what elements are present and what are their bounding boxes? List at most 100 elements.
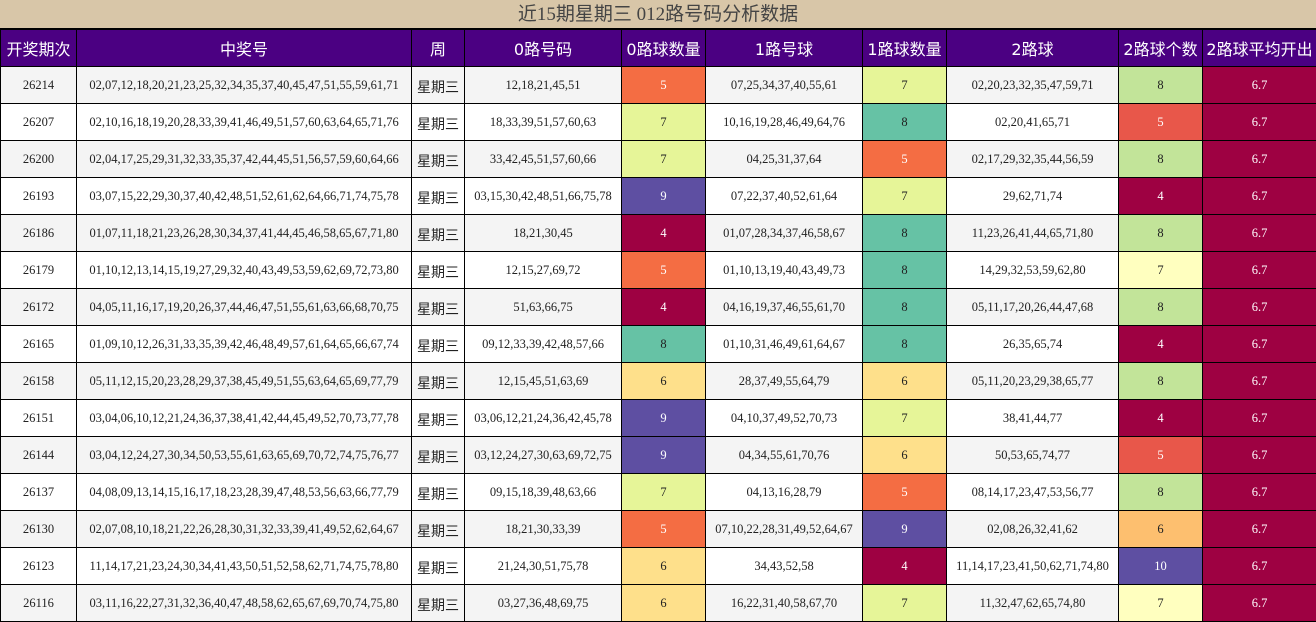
cell-route0-count: 9 <box>622 178 706 215</box>
cell-route2-numbers: 50,53,65,74,77 <box>947 437 1119 474</box>
cell-route1-numbers: 04,13,16,28,79 <box>706 474 863 511</box>
cell-numbers: 02,10,16,18,19,20,28,33,39,41,46,49,51,5… <box>77 104 412 141</box>
cell-route1-count: 5 <box>863 141 947 178</box>
cell-route0-count: 9 <box>622 437 706 474</box>
table-row: 2612311,14,17,21,23,24,30,34,41,43,50,51… <box>1 548 1316 585</box>
cell-route0-numbers: 03,15,30,42,48,51,66,75,78 <box>465 178 622 215</box>
cell-route1-numbers: 07,22,37,40,52,61,64 <box>706 178 863 215</box>
cell-route1-count: 8 <box>863 104 947 141</box>
cell-route1-numbers: 01,07,28,34,37,46,58,67 <box>706 215 863 252</box>
cell-route2-numbers: 02,20,23,32,35,47,59,71 <box>947 67 1119 104</box>
cell-week: 星期三 <box>412 178 465 215</box>
cell-route0-numbers: 12,15,27,69,72 <box>465 252 622 289</box>
cell-route2-count: 8 <box>1119 141 1203 178</box>
cell-route2-avg: 6.7 <box>1203 548 1316 585</box>
header-row: 开奖期次 中奖号 周 0路号码 0路球数量 1路号球 1路球数量 2路球 2路球… <box>1 30 1316 67</box>
cell-route1-count: 7 <box>863 67 947 104</box>
cell-route1-numbers: 04,16,19,37,46,55,61,70 <box>706 289 863 326</box>
cell-route2-avg: 6.7 <box>1203 215 1316 252</box>
cell-route0-numbers: 03,06,12,21,24,36,42,45,78 <box>465 400 622 437</box>
cell-route1-numbers: 28,37,49,55,64,79 <box>706 363 863 400</box>
cell-route1-count: 5 <box>863 474 947 511</box>
cell-period: 26172 <box>1 289 77 326</box>
cell-period: 26158 <box>1 363 77 400</box>
cell-route1-count: 6 <box>863 363 947 400</box>
cell-route2-count: 4 <box>1119 400 1203 437</box>
cell-period: 26186 <box>1 215 77 252</box>
cell-route1-count: 8 <box>863 289 947 326</box>
table-row: 2618601,07,11,18,21,23,26,28,30,34,37,41… <box>1 215 1316 252</box>
cell-route0-numbers: 21,24,30,51,75,78 <box>465 548 622 585</box>
cell-route2-avg: 6.7 <box>1203 474 1316 511</box>
cell-route0-count: 6 <box>622 363 706 400</box>
table-row: 2613704,08,09,13,14,15,16,17,18,23,28,39… <box>1 474 1316 511</box>
cell-route0-numbers: 51,63,66,75 <box>465 289 622 326</box>
cell-route1-count: 7 <box>863 400 947 437</box>
cell-week: 星期三 <box>412 215 465 252</box>
cell-period: 26137 <box>1 474 77 511</box>
cell-route1-numbers: 07,10,22,28,31,49,52,64,67 <box>706 511 863 548</box>
cell-numbers: 04,08,09,13,14,15,16,17,18,23,28,39,47,4… <box>77 474 412 511</box>
cell-route2-numbers: 05,11,17,20,26,44,47,68 <box>947 289 1119 326</box>
cell-route0-numbers: 33,42,45,51,57,60,66 <box>465 141 622 178</box>
cell-route1-numbers: 04,10,37,49,52,70,73 <box>706 400 863 437</box>
cell-route2-count: 4 <box>1119 178 1203 215</box>
cell-week: 星期三 <box>412 252 465 289</box>
cell-route1-numbers: 34,43,52,58 <box>706 548 863 585</box>
cell-week: 星期三 <box>412 437 465 474</box>
cell-period: 26207 <box>1 104 77 141</box>
cell-route2-avg: 6.7 <box>1203 104 1316 141</box>
cell-route2-count: 4 <box>1119 326 1203 363</box>
cell-route1-numbers: 01,10,13,19,40,43,49,73 <box>706 252 863 289</box>
cell-numbers: 01,10,12,13,14,15,19,27,29,32,40,43,49,5… <box>77 252 412 289</box>
cell-route2-count: 6 <box>1119 511 1203 548</box>
header-route1-count: 1路球数量 <box>863 30 947 67</box>
analysis-table: 开奖期次 中奖号 周 0路号码 0路球数量 1路号球 1路球数量 2路球 2路球… <box>0 29 1316 622</box>
cell-route2-numbers: 02,20,41,65,71 <box>947 104 1119 141</box>
table-row: 2611603,11,16,22,27,31,32,36,40,47,48,58… <box>1 585 1316 622</box>
cell-route2-numbers: 11,14,17,23,41,50,62,71,74,80 <box>947 548 1119 585</box>
cell-route0-numbers: 09,15,18,39,48,63,66 <box>465 474 622 511</box>
cell-route0-count: 7 <box>622 104 706 141</box>
cell-week: 星期三 <box>412 363 465 400</box>
table-row: 2620702,10,16,18,19,20,28,33,39,41,46,49… <box>1 104 1316 141</box>
cell-route2-avg: 6.7 <box>1203 326 1316 363</box>
cell-route0-count: 6 <box>622 548 706 585</box>
cell-route2-avg: 6.7 <box>1203 67 1316 104</box>
cell-numbers: 03,04,12,24,27,30,34,50,53,55,61,63,65,6… <box>77 437 412 474</box>
cell-route2-count: 8 <box>1119 215 1203 252</box>
cell-period: 26116 <box>1 585 77 622</box>
cell-route2-avg: 6.7 <box>1203 363 1316 400</box>
table-row: 2615805,11,12,15,20,23,28,29,37,38,45,49… <box>1 363 1316 400</box>
cell-route2-numbers: 29,62,71,74 <box>947 178 1119 215</box>
page-title: 近15期星期三 012路号码分析数据 <box>0 0 1316 29</box>
cell-week: 星期三 <box>412 400 465 437</box>
table-row: 2621402,07,12,18,20,21,23,25,32,34,35,37… <box>1 67 1316 104</box>
cell-route2-avg: 6.7 <box>1203 289 1316 326</box>
cell-route0-numbers: 03,12,24,27,30,63,69,72,75 <box>465 437 622 474</box>
cell-route1-count: 7 <box>863 585 947 622</box>
cell-route2-avg: 6.7 <box>1203 400 1316 437</box>
cell-week: 星期三 <box>412 511 465 548</box>
cell-route2-avg: 6.7 <box>1203 585 1316 622</box>
cell-route2-numbers: 08,14,17,23,47,53,56,77 <box>947 474 1119 511</box>
header-route2-numbers: 2路球 <box>947 30 1119 67</box>
cell-route1-numbers: 04,25,31,37,64 <box>706 141 863 178</box>
cell-route2-numbers: 14,29,32,53,59,62,80 <box>947 252 1119 289</box>
header-route0-count: 0路球数量 <box>622 30 706 67</box>
cell-route2-count: 8 <box>1119 363 1203 400</box>
table-body: 2621402,07,12,18,20,21,23,25,32,34,35,37… <box>1 67 1316 622</box>
cell-week: 星期三 <box>412 67 465 104</box>
cell-numbers: 03,11,16,22,27,31,32,36,40,47,48,58,62,6… <box>77 585 412 622</box>
cell-route0-numbers: 12,18,21,45,51 <box>465 67 622 104</box>
cell-period: 26165 <box>1 326 77 363</box>
cell-route2-numbers: 02,08,26,32,41,62 <box>947 511 1119 548</box>
cell-route1-numbers: 10,16,19,28,46,49,64,76 <box>706 104 863 141</box>
header-route2-avg: 2路球平均开出 <box>1203 30 1316 67</box>
cell-route2-count: 8 <box>1119 474 1203 511</box>
table-row: 2620002,04,17,25,29,31,32,33,35,37,42,44… <box>1 141 1316 178</box>
cell-route2-avg: 6.7 <box>1203 178 1316 215</box>
cell-period: 26123 <box>1 548 77 585</box>
cell-route2-avg: 6.7 <box>1203 437 1316 474</box>
cell-week: 星期三 <box>412 585 465 622</box>
